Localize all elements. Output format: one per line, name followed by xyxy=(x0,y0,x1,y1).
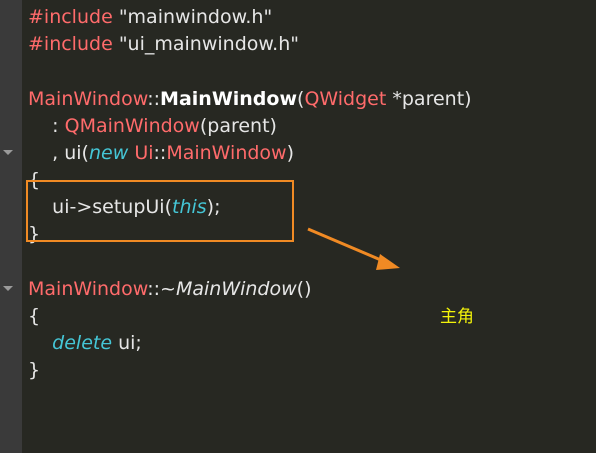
arrow-head xyxy=(376,254,400,270)
annotation-label: 主角 xyxy=(440,307,474,327)
code-editor[interactable]: #include "mainwindow.h" #include "ui_mai… xyxy=(0,0,596,453)
annotation-arrow-icon xyxy=(307,227,400,270)
arrow-shaft xyxy=(307,227,389,265)
